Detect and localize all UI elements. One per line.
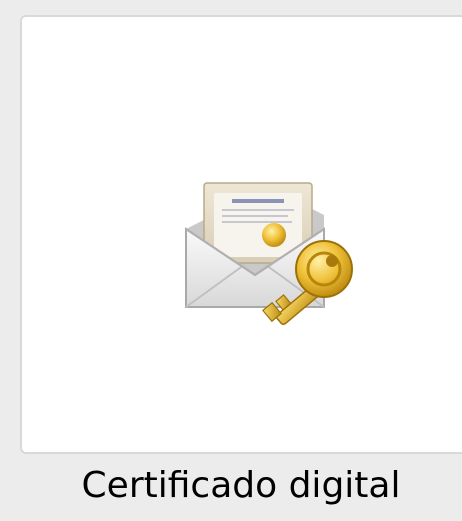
envelope-certificate-key-icon <box>174 167 364 337</box>
certificate-tile[interactable] <box>20 15 462 454</box>
certificate-icon <box>174 167 364 337</box>
item-label: Certificado digital <box>20 462 462 510</box>
